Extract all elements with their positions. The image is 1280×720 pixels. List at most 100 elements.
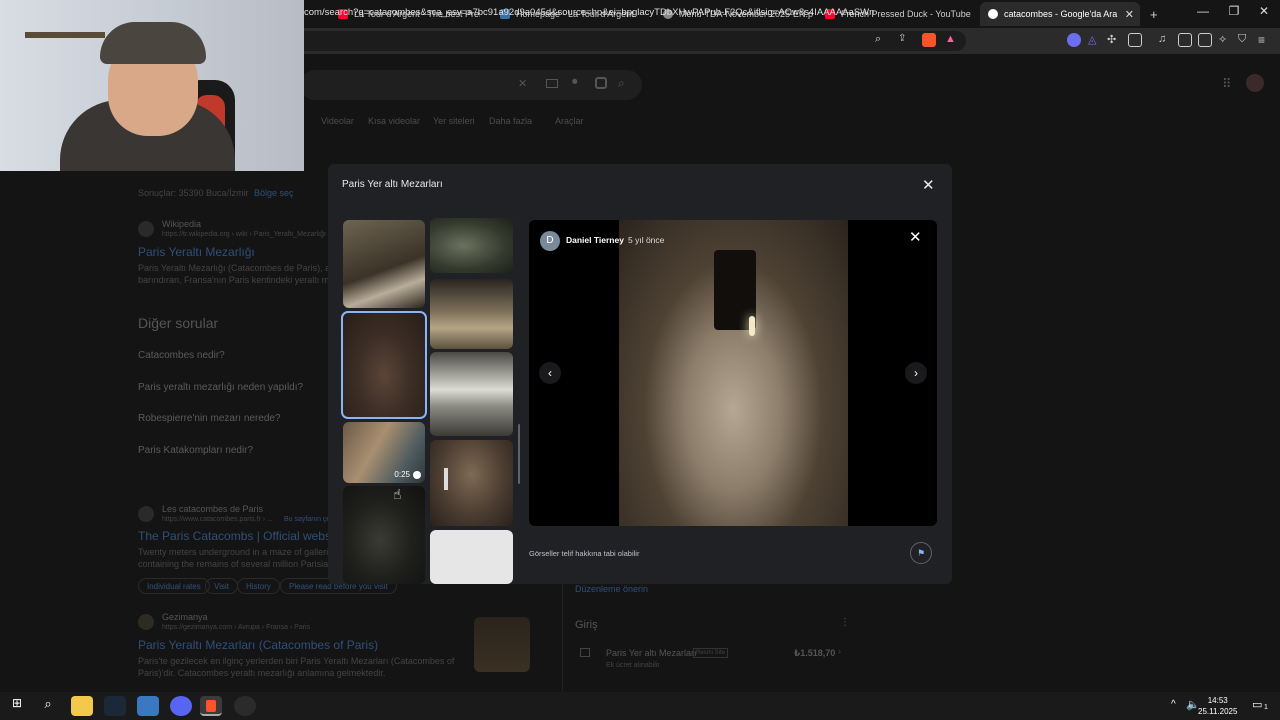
nav-tools[interactable]: Araçlar <box>555 116 584 126</box>
search-input[interactable]: ✕ ⏺ ⌕ <box>300 70 642 100</box>
vpn-shield-icon[interactable]: ⛉ <box>1238 33 1252 47</box>
ai-icon[interactable]: ◬ <box>1088 33 1102 47</box>
screenshot-icon[interactable] <box>1128 33 1142 47</box>
copyright-notice: Görseller telif hakkına tabi olabilir <box>529 549 640 558</box>
question-item[interactable]: Paris Katakompları nedir? <box>138 445 253 456</box>
result-thumbnail[interactable] <box>474 617 530 672</box>
image-thumbnail[interactable] <box>430 352 513 436</box>
previous-image-button[interactable]: ‹ <box>539 362 561 384</box>
author-avatar[interactable]: D <box>540 231 560 251</box>
sitelink-chip[interactable]: History <box>237 578 280 594</box>
file-explorer-icon[interactable] <box>71 696 93 716</box>
image-thumbnail[interactable] <box>430 530 513 584</box>
thumbnail-scrollbar[interactable] <box>518 424 520 484</box>
notification-count: 1 <box>1264 704 1268 711</box>
candle-light <box>749 316 755 336</box>
app-icon[interactable] <box>137 696 159 716</box>
result-title-catacombes[interactable]: The Paris Catacombs | Official webs <box>138 529 331 543</box>
result-snippet: barındıran, Fransa'nın Paris kentindeki … <box>138 275 339 285</box>
result-source: Gezimanya <box>162 612 208 622</box>
notification-icon[interactable]: ▭ <box>1252 698 1262 711</box>
tab-google-catacombes[interactable]: catacombes - Google'da Ara ✕ <box>980 2 1140 26</box>
entry-name[interactable]: Paris Yer altı Mezarları <box>606 648 697 658</box>
wallet-icon[interactable] <box>1198 33 1212 47</box>
keyboard-icon[interactable] <box>546 79 558 88</box>
nav-places[interactable]: Yer siteleri <box>433 116 475 126</box>
start-icon[interactable]: ⊞ <box>6 696 28 716</box>
brave-shields-icon[interactable] <box>922 33 936 47</box>
minimize-icon[interactable]: — <box>1188 4 1218 18</box>
image-thumbnail[interactable] <box>343 486 425 584</box>
obs-icon[interactable] <box>234 696 256 716</box>
nav-videos[interactable]: Videolar <box>321 116 354 126</box>
image-thumbnail-selected[interactable] <box>341 311 427 419</box>
main-image[interactable] <box>619 220 848 526</box>
question-item[interactable]: Robespierre'nin mezarı nerede? <box>138 413 281 424</box>
gezimanya-favicon <box>138 614 154 630</box>
author-name[interactable]: Daniel Tierney <box>566 235 624 245</box>
apps-grid-icon[interactable]: ⠿ <box>1222 76 1232 92</box>
viewer-close-icon[interactable]: ✕ <box>909 228 922 246</box>
dialog-title: Paris Yer altı Mezarları <box>342 179 443 190</box>
next-image-button[interactable]: › <box>905 362 927 384</box>
tab-label: catacombes - Google'da Ara <box>1004 9 1118 19</box>
rewards-icon[interactable]: ▲ <box>945 33 959 47</box>
question-item[interactable]: Catacombes nedir? <box>138 350 225 361</box>
image-thumbnail[interactable] <box>430 279 513 349</box>
sitelink-chip[interactable]: Individual rates <box>138 578 210 594</box>
more-options-icon[interactable]: ⋮ <box>840 617 850 628</box>
clear-search-icon[interactable]: ✕ <box>518 77 527 90</box>
entry-heading: Giriş <box>575 619 598 631</box>
extensions-icon[interactable]: ✣ <box>1107 33 1121 47</box>
google-lens-icon[interactable] <box>595 77 607 89</box>
question-item[interactable]: Paris yeraltı mezarlığı neden yapıldı? <box>138 382 303 393</box>
result-title-wikipedia[interactable]: Paris Yeraltı Mezarlığı <box>138 245 255 259</box>
result-snippet: Paris Yeraltı Mezarlığı (Catacombes de P… <box>138 263 338 273</box>
microphone-icon[interactable]: ⏺ <box>572 76 578 89</box>
sidebar-icon[interactable] <box>1178 33 1192 47</box>
music-icon[interactable]: ♫ <box>1158 33 1172 47</box>
window-close-icon[interactable]: ✕ <box>1249 4 1279 18</box>
result-title-gezimanya[interactable]: Paris Yeraltı Mezarları (Catacombes of P… <box>138 638 378 652</box>
result-url: https://tr.wikipedia.org › wiki › Paris_… <box>162 231 326 238</box>
search-icon[interactable]: ⌕ <box>37 696 59 716</box>
webcam-overlay <box>0 0 304 171</box>
maximize-icon[interactable]: ❐ <box>1219 4 1249 18</box>
image-thumbnail[interactable] <box>343 220 425 308</box>
tray-chevron-icon[interactable]: ^ <box>1171 699 1176 710</box>
system-clock[interactable]: 14:53 25.11.2025 <box>1198 695 1237 717</box>
menu-icon[interactable]: ≡ <box>1258 33 1272 47</box>
image-thumbnail[interactable] <box>430 440 513 526</box>
video-thumbnail[interactable]: 0:25 <box>343 422 425 483</box>
share-icon[interactable]: ⇪ <box>898 33 912 47</box>
nav-more[interactable]: Daha fazla <box>489 116 532 126</box>
brave-browser-icon[interactable] <box>200 696 222 716</box>
sitelink-chip[interactable]: Visit <box>205 578 238 594</box>
google-icon <box>988 9 998 19</box>
windows-taskbar: ⊞ ⌕ ^ 🔈 14:53 25.11.2025 ▭ 1 <box>0 692 1280 720</box>
clock-date: 25.11.2025 <box>1198 707 1238 716</box>
account-avatar[interactable] <box>1246 74 1264 92</box>
vpn-icon[interactable] <box>1067 33 1081 47</box>
change-location-link[interactable]: Bölge seç <box>254 188 294 198</box>
new-tab-button[interactable]: + <box>1142 2 1162 26</box>
wall-shelf <box>25 32 105 38</box>
image-thumbnail[interactable] <box>430 218 513 273</box>
hand-cursor-icon: ☝ <box>393 486 402 502</box>
zoom-icon[interactable]: ⌕ <box>875 33 889 47</box>
dialog-close-icon[interactable]: ✕ <box>922 176 935 194</box>
chevron-right-icon[interactable]: › <box>838 646 841 656</box>
result-snippet: Paris)'dir. Catacombes yeraltı mezarlığı… <box>138 668 386 678</box>
steam-icon[interactable] <box>104 696 126 716</box>
suggest-edit-link[interactable]: Düzenleme önerin <box>575 584 648 594</box>
address-url[interactable]: com/search?q=catacombes&sca_esv=a7bc91a9… <box>304 7 874 18</box>
result-source: Les catacombes de Paris <box>162 504 264 514</box>
nav-short-videos[interactable]: Kısa videolar <box>368 116 420 126</box>
tab-close-icon[interactable]: ✕ <box>1125 8 1134 21</box>
address-bar[interactable] <box>296 31 966 51</box>
leo-icon[interactable]: ✧ <box>1218 33 1232 47</box>
discord-icon[interactable] <box>170 696 192 716</box>
search-icon[interactable]: ⌕ <box>618 76 625 91</box>
result-source: Wikipedia <box>162 219 202 229</box>
flag-icon[interactable]: ⚑ <box>910 542 932 564</box>
